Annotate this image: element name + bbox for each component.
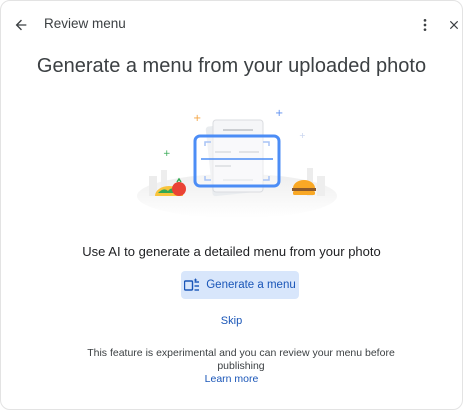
- close-icon: [449, 20, 459, 30]
- arrow-back-icon: [15, 19, 27, 31]
- generate-menu-icon: [184, 278, 200, 291]
- learn-more-link[interactable]: Learn more: [1, 373, 462, 385]
- dialog-header: Review menu: [1, 1, 462, 45]
- page-heading: Generate a menu from your uploaded photo: [36, 55, 427, 77]
- back-button[interactable]: [9, 13, 33, 37]
- svg-text:+: +: [163, 149, 171, 159]
- skip-link[interactable]: Skip: [1, 315, 462, 327]
- experimental-note: This feature is experimental and you can…: [87, 347, 395, 372]
- dialog-title: Review menu: [44, 16, 126, 31]
- generate-menu-button[interactable]: Generate a menu: [181, 271, 299, 299]
- description-text: Use AI to generate a detailed menu from …: [82, 244, 381, 259]
- more-vert-icon: [423, 19, 427, 31]
- svg-text:+: +: [193, 113, 201, 124]
- more-options-button[interactable]: [415, 13, 435, 37]
- menu-scan-illustration: + + + +: [137, 108, 337, 218]
- review-menu-dialog: Review menu Generate a menu from your up…: [0, 0, 463, 410]
- generate-menu-button-label: Generate a menu: [206, 279, 296, 291]
- svg-text:+: +: [299, 131, 306, 140]
- close-button[interactable]: [444, 13, 462, 37]
- svg-text:+: +: [275, 108, 283, 119]
